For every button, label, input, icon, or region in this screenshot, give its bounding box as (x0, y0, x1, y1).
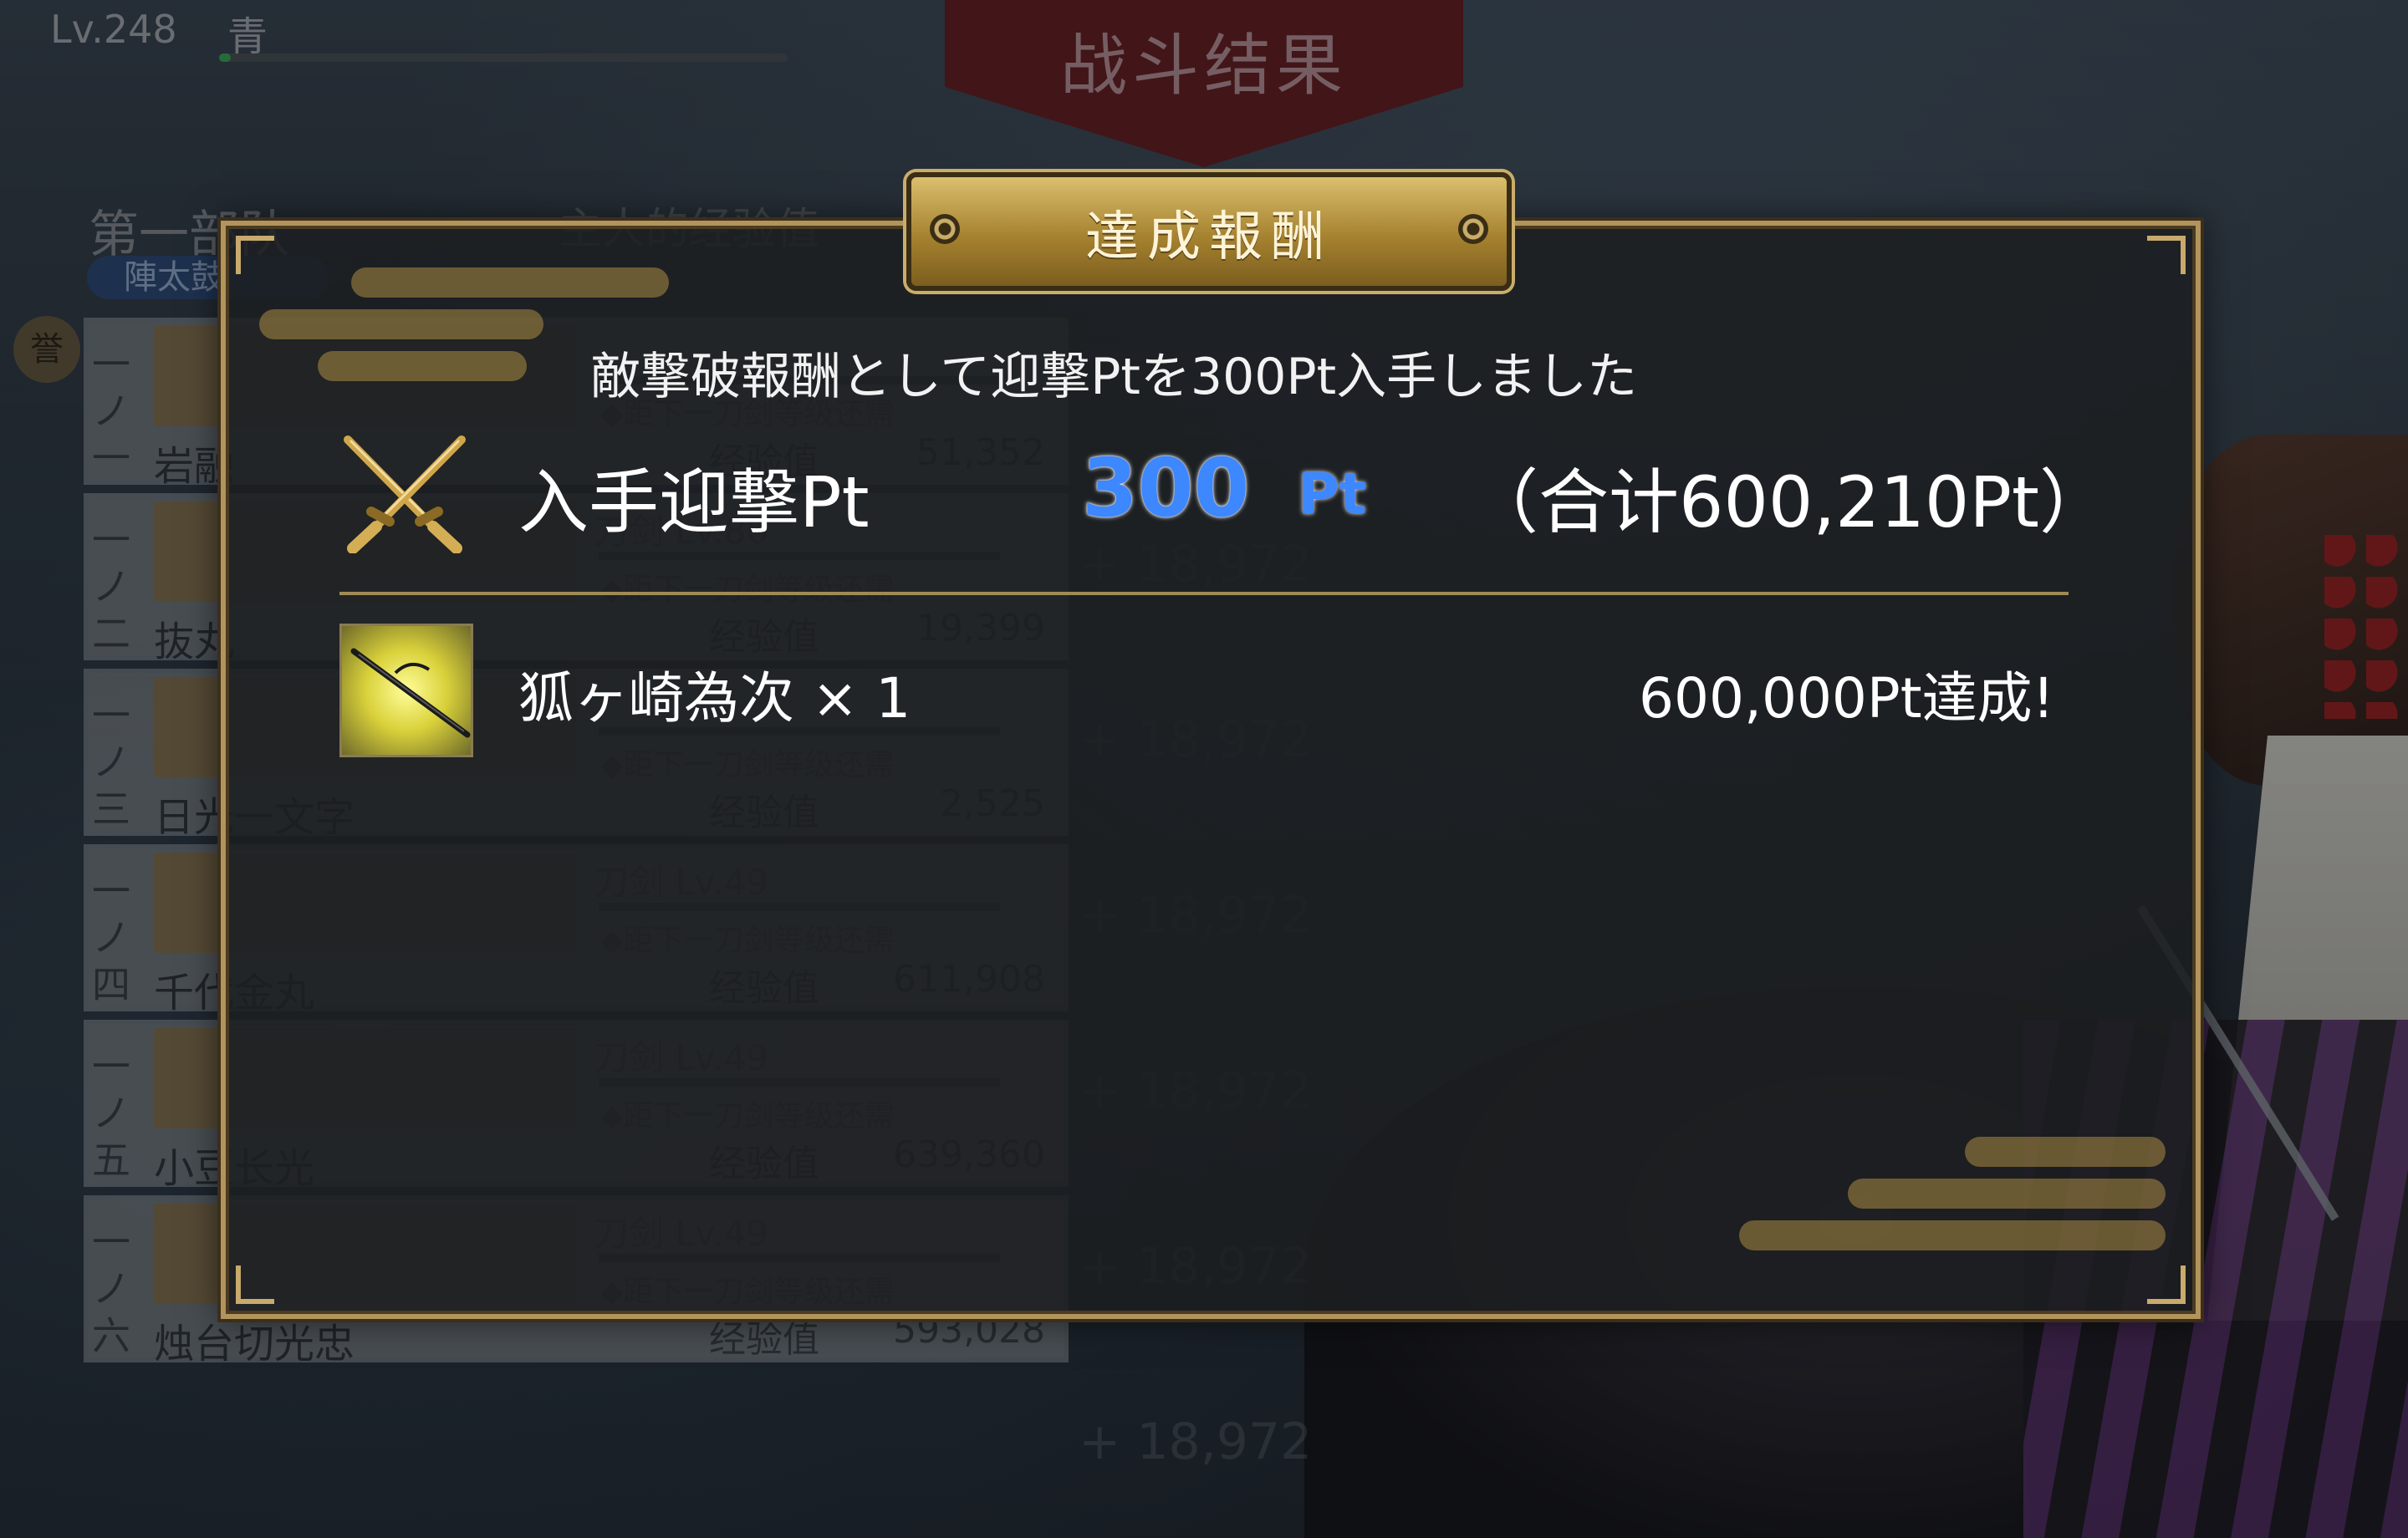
cloud-ornament (351, 267, 669, 298)
cloud-ornament (1965, 1137, 2166, 1167)
crossed-swords-icon (339, 433, 470, 554)
points-earned-value: 300 (1082, 441, 1250, 535)
frame-corner (2147, 1266, 2186, 1304)
frame-corner (236, 236, 274, 274)
modal-header-plate: 達成報酬 (906, 172, 1512, 291)
reward-message: 敵撃破報酬として迎撃Ptを300Pt入手しました (590, 348, 1638, 406)
reward-condition: 600,000Pt達成! (1639, 666, 2055, 731)
points-total: （合计600,210Pt） (1468, 461, 2110, 543)
cloud-ornament (1848, 1179, 2166, 1209)
frame-corner (236, 1266, 274, 1304)
cloud-ornament (1739, 1220, 2166, 1250)
modal-title: 達成報酬 (1085, 206, 1333, 268)
divider (339, 592, 2069, 595)
points-label: 入手迎撃Pt (518, 461, 870, 543)
reward-item-name: 狐ヶ崎為次 × 1 (518, 666, 911, 731)
points-unit: Pt (1298, 461, 1367, 527)
battle-scene: Lv.248 青 战斗结果 第一部队 主人的经验值 陣太鼓 誉 一ノ一岩融◆距下… (0, 0, 2408, 1538)
frame-corner (2147, 236, 2186, 274)
sword-item-icon (339, 624, 473, 757)
cloud-ornament (259, 309, 543, 339)
cloud-ornament (318, 351, 527, 381)
